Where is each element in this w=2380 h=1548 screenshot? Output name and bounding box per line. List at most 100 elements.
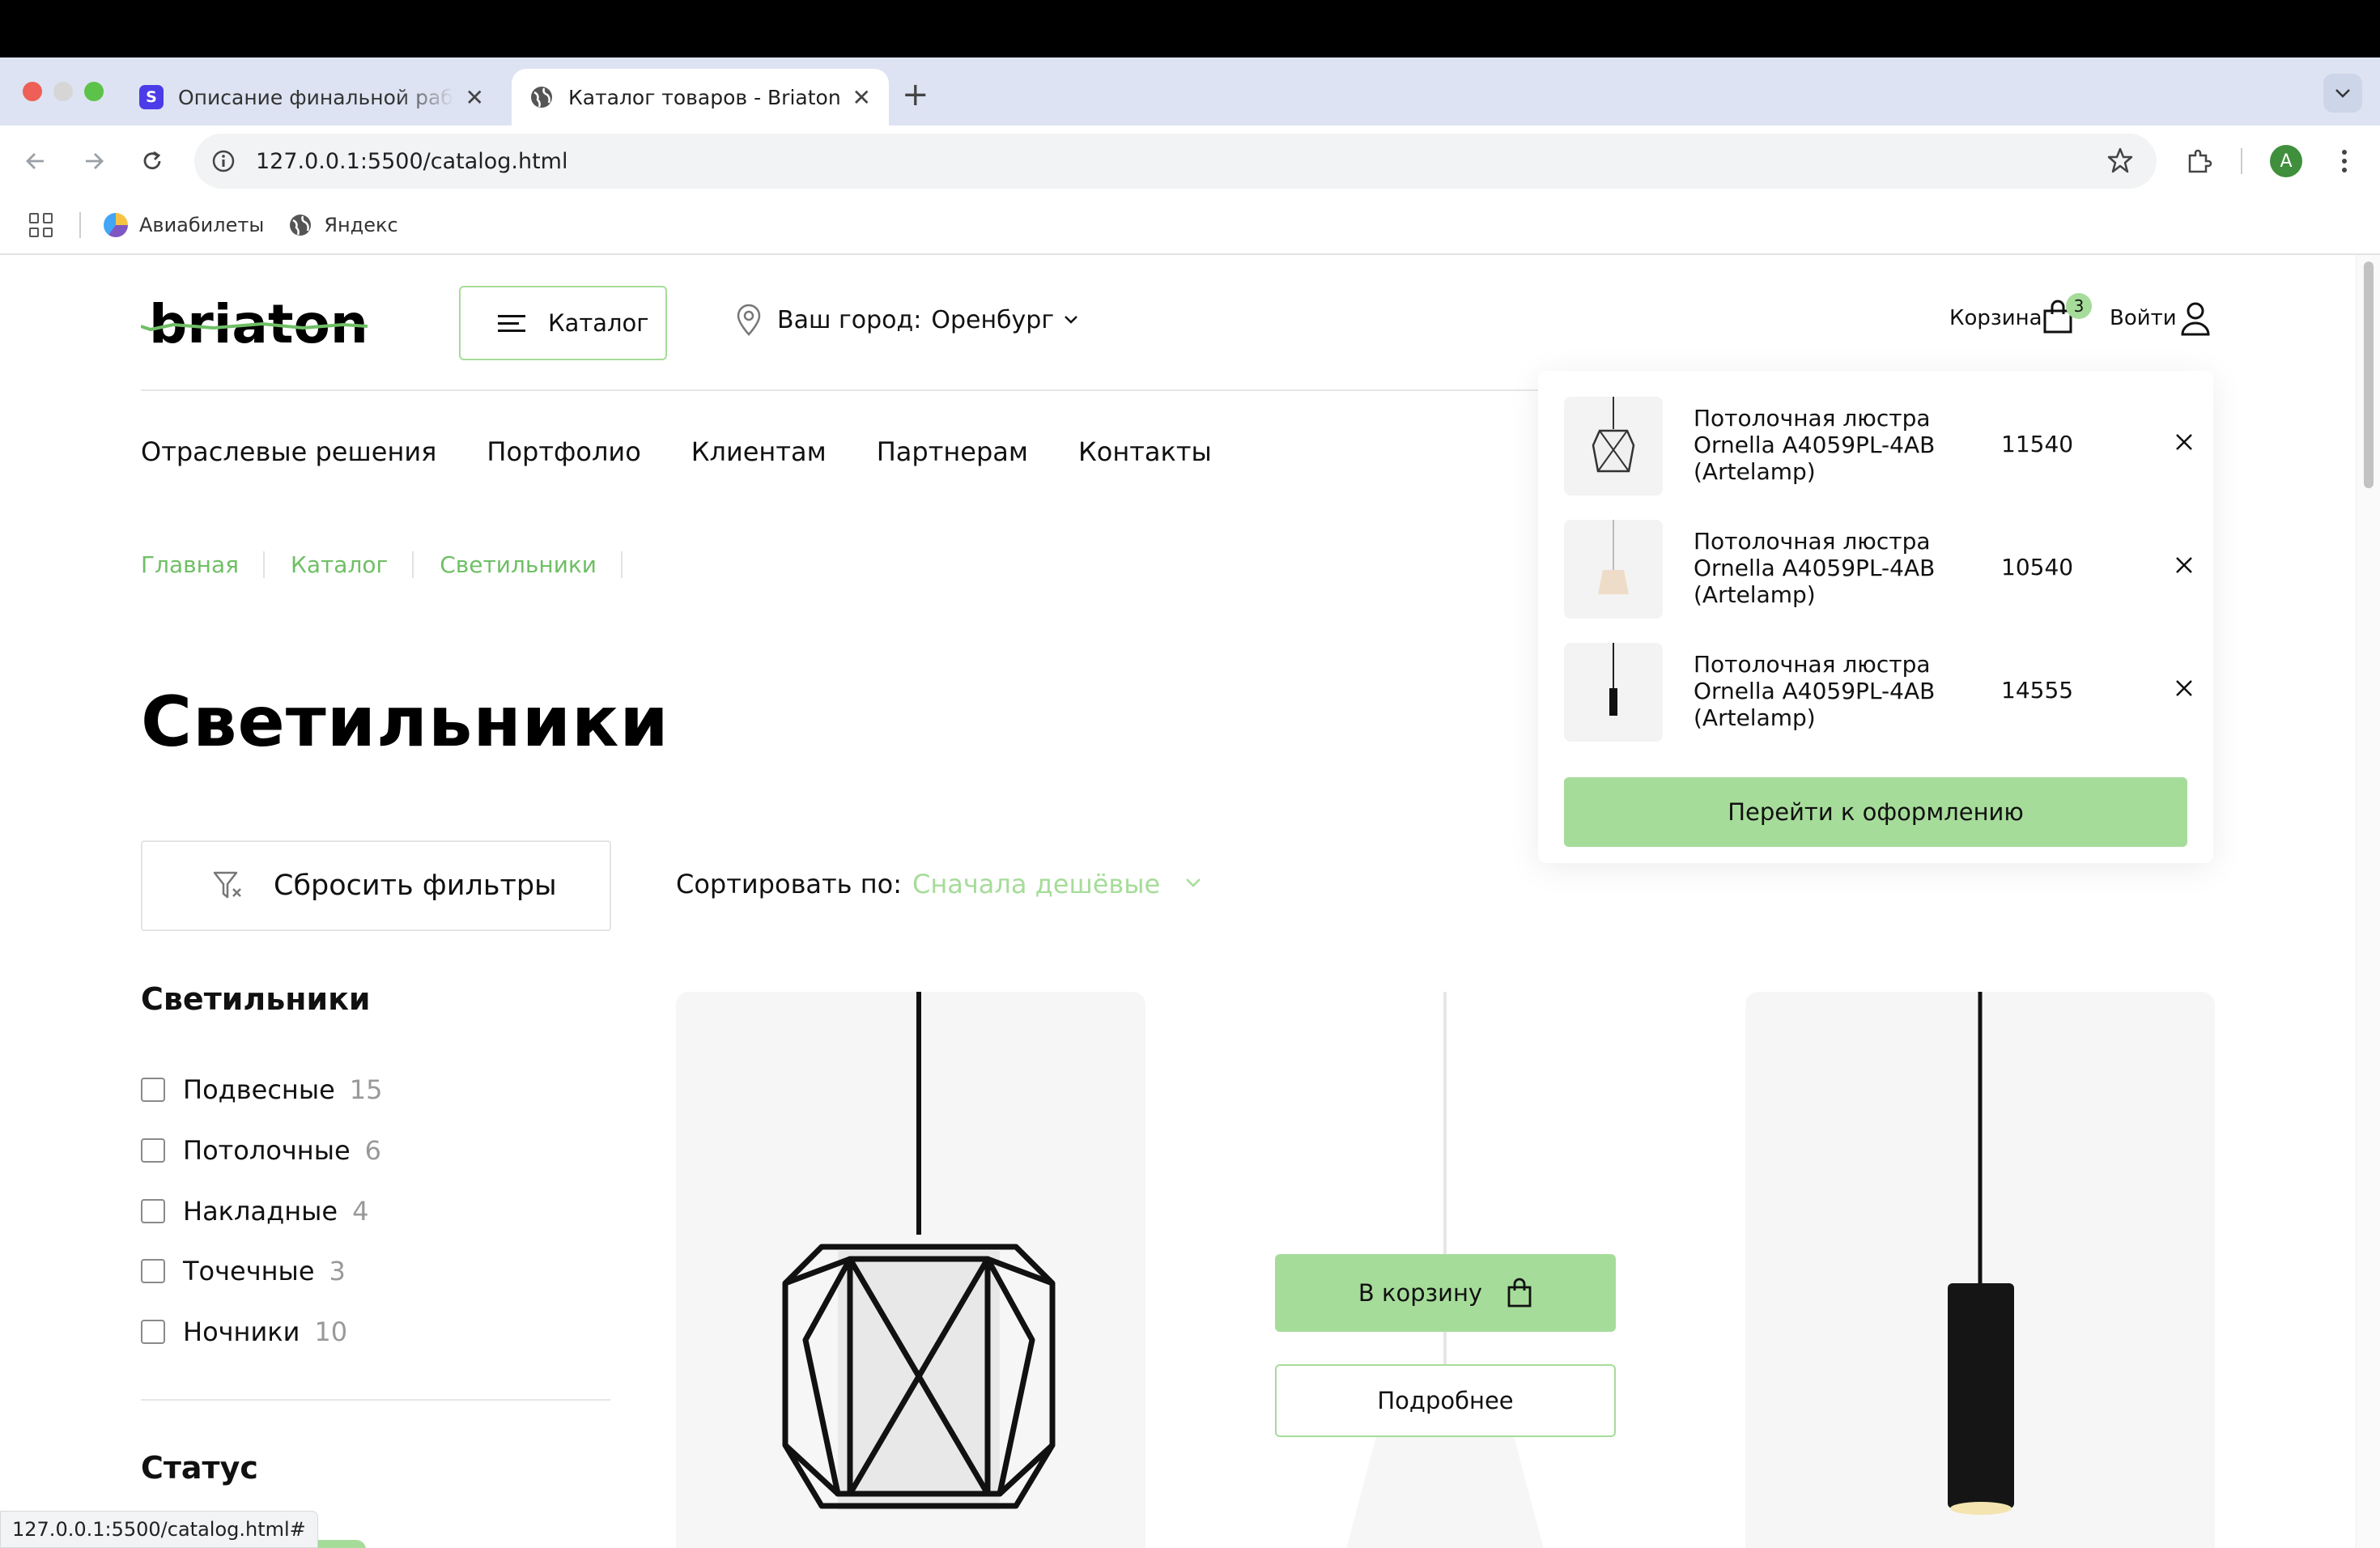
globe-color-icon	[104, 213, 128, 237]
filter-clear-icon	[213, 871, 241, 899]
product-card[interactable]	[676, 992, 1145, 1548]
breadcrumb-lamps[interactable]: Светильники	[440, 551, 623, 578]
details-button[interactable]: Подробнее	[1275, 1364, 1616, 1437]
apps-grid-icon[interactable]	[29, 213, 53, 237]
bookmarks-divider	[79, 212, 81, 238]
sort-select[interactable]: Сначала дешёвые	[912, 869, 1160, 899]
sidebar-divider	[141, 1399, 610, 1401]
window-zoom-button[interactable]	[84, 82, 104, 101]
tab-favicon-s-icon: S	[139, 85, 164, 109]
add-to-cart-button[interactable]: В корзину	[1275, 1254, 1616, 1332]
globe-icon	[290, 215, 312, 236]
product-card[interactable]	[1745, 992, 2215, 1548]
add-to-cart-label: В корзину	[1358, 1279, 1483, 1307]
chevron-down-icon	[2335, 89, 2350, 98]
breadcrumb-home[interactable]: Главная	[141, 551, 265, 578]
address-bar[interactable]: 127.0.0.1:5500/catalog.html	[194, 134, 2157, 189]
browser-menu-button[interactable]	[2325, 142, 2364, 181]
reset-filters-button[interactable]: Сбросить фильтры	[141, 840, 611, 931]
site-info-icon[interactable]	[207, 145, 240, 177]
tab-close-icon[interactable]: ✕	[852, 84, 871, 111]
bookmark-star-icon[interactable]	[2106, 147, 2134, 174]
new-tab-button[interactable]: +	[902, 79, 929, 111]
browser-toolbar: 127.0.0.1:5500/catalog.html A	[0, 125, 2380, 197]
forward-button[interactable]	[74, 142, 113, 181]
filter-group-title: Светильники	[141, 981, 371, 1017]
user-icon[interactable]	[2179, 300, 2212, 336]
cage-pendant-lamp-image	[782, 992, 1056, 1510]
filter-count: 6	[364, 1135, 382, 1166]
nav-item-industry[interactable]: Отраслевые решения	[141, 436, 436, 467]
filter-label: Подвесные	[183, 1074, 335, 1105]
toolbar-divider	[2241, 148, 2242, 174]
close-icon[interactable]	[2173, 554, 2195, 576]
catalog-button[interactable]: Каталог	[459, 286, 667, 360]
checkbox[interactable]	[141, 1259, 165, 1283]
profile-button[interactable]: A	[2267, 142, 2306, 181]
close-icon[interactable]	[2173, 677, 2195, 700]
city-label: Ваш город:	[777, 305, 922, 334]
more-vertical-icon	[2342, 150, 2347, 172]
breadcrumb-catalog[interactable]: Каталог	[291, 551, 414, 578]
status-group-title: Статус	[141, 1450, 258, 1486]
chevron-down-icon[interactable]	[1185, 877, 1201, 888]
filter-surface[interactable]: Накладные 4	[141, 1196, 368, 1227]
cart-link[interactable]: Корзина	[1949, 306, 2042, 330]
nav-item-partners[interactable]: Партнерам	[877, 436, 1028, 467]
arrow-left-icon	[26, 153, 44, 169]
link-status-bar: 127.0.0.1:5500/catalog.html#	[0, 1511, 318, 1548]
avatar: A	[2270, 145, 2302, 177]
filter-count: 3	[329, 1256, 346, 1286]
cart-item-image	[1564, 643, 1663, 742]
main-nav: Отраслевые решения Портфолио Клиентам Па…	[141, 436, 1262, 467]
scrollbar-thumb[interactable]	[2364, 262, 2374, 488]
filter-spot[interactable]: Точечные 3	[141, 1256, 346, 1286]
cart-item: Потолочная люстра Ornella A4059PL-4AB (A…	[1564, 397, 2192, 495]
cart-item-name: Потолочная люстра Ornella A4059PL-4AB (A…	[1694, 651, 1936, 731]
filter-pendant[interactable]: Подвесные 15	[141, 1074, 383, 1105]
back-button[interactable]	[16, 142, 55, 181]
tab-favicon-globe-icon	[529, 85, 554, 109]
sort-label: Сортировать по:	[676, 869, 902, 899]
site-logo[interactable]: briaton	[140, 293, 368, 359]
login-link[interactable]: Войти	[2110, 306, 2177, 330]
chevron-down-icon	[1065, 316, 1078, 324]
bookmark-aviatickets[interactable]: Авиабилеты	[104, 213, 264, 237]
filter-count: 15	[349, 1074, 383, 1105]
menu-icon	[498, 310, 525, 337]
cart-item-price: 14555	[2001, 677, 2074, 704]
cart-item-price: 11540	[2001, 431, 2074, 457]
tab-title: Описание финальной работы	[178, 85, 454, 109]
reload-button[interactable]	[133, 142, 172, 181]
window-minimize-button[interactable]	[53, 82, 73, 101]
checkbox[interactable]	[141, 1199, 165, 1223]
extensions-button[interactable]	[2179, 142, 2218, 181]
cart-item-price: 10540	[2001, 554, 2074, 580]
tube-pendant-lamp-image	[1948, 992, 2014, 1515]
close-icon[interactable]	[2173, 431, 2195, 453]
checkbox[interactable]	[141, 1138, 165, 1163]
nav-item-portfolio[interactable]: Портфолио	[487, 436, 640, 467]
location-pin-icon	[737, 304, 761, 336]
tab-description[interactable]: S Описание финальной работы ✕	[121, 69, 502, 125]
tab-catalog[interactable]: Каталог товаров - Briaton ✕	[512, 69, 889, 125]
web-page: briaton Каталог Ваш город: Оренбург Корз…	[0, 255, 2380, 1548]
checkout-button[interactable]: Перейти к оформлению	[1564, 777, 2187, 847]
checkbox[interactable]	[141, 1078, 165, 1102]
page-scrollbar[interactable]	[2356, 255, 2380, 1548]
page-title: Светильники	[141, 682, 669, 763]
filter-ceiling[interactable]: Потолочные 6	[141, 1135, 381, 1166]
bookmark-yandex[interactable]: Яндекс	[288, 213, 398, 237]
tab-close-icon[interactable]: ✕	[465, 84, 484, 111]
details-label: Подробнее	[1377, 1387, 1514, 1414]
filter-label: Точечные	[183, 1256, 315, 1286]
checkbox[interactable]	[141, 1320, 165, 1344]
nav-item-contacts[interactable]: Контакты	[1078, 436, 1212, 467]
filter-count: 10	[314, 1316, 348, 1347]
filter-nightlight[interactable]: Ночники 10	[141, 1316, 347, 1347]
window-close-button[interactable]	[23, 82, 42, 101]
nav-item-clients[interactable]: Клиентам	[691, 436, 827, 467]
tab-search-button[interactable]	[2323, 74, 2362, 113]
puzzle-icon	[2188, 149, 2212, 173]
city-selector[interactable]: Ваш город: Оренбург	[735, 304, 1078, 336]
